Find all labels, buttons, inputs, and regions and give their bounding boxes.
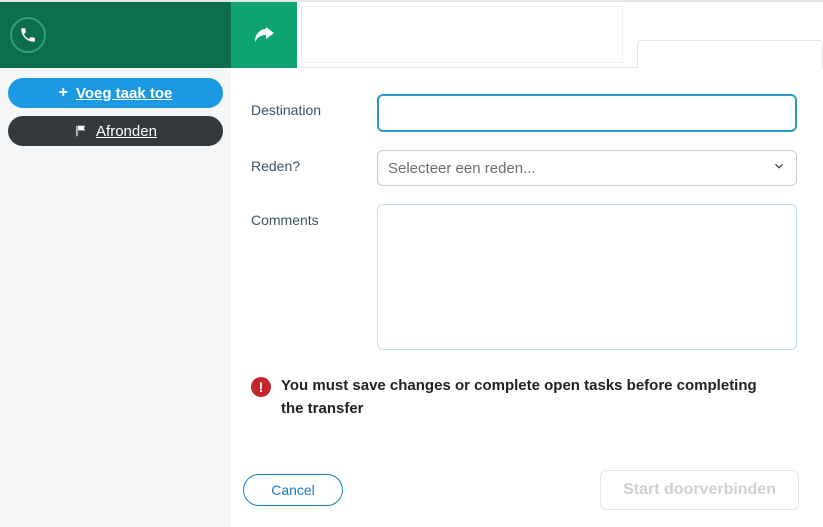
destination-input[interactable] [377,94,797,132]
reason-label: Reden? [251,150,377,174]
transfer-form: Destination Reden? Selecteer een reden..… [231,68,823,463]
tab-bar [231,2,823,68]
warning-icon: ! [251,377,271,397]
destination-label: Destination [251,94,377,118]
sidebar-header [0,2,231,68]
comments-textarea[interactable] [377,204,797,350]
comments-label: Comments [251,204,377,228]
tab-spacer [297,2,823,67]
add-task-label: Voeg taak toe [76,85,172,102]
flag-icon [74,124,88,138]
finish-label: Afronden [96,123,157,140]
plus-icon: + [59,85,68,101]
footer: Cancel Start doorverbinden [231,463,823,527]
forward-arrow-icon [252,23,276,47]
sidebar-body: + Voeg taak toe Afronden [0,68,231,527]
warning-text: You must save changes or complete open t… [281,375,761,420]
reason-placeholder: Selecteer een reden... [388,160,536,177]
reason-select[interactable]: Selecteer een reden... [377,150,797,186]
add-task-button[interactable]: + Voeg taak toe [8,78,223,108]
start-transfer-button: Start doorverbinden [600,470,799,510]
tab-chip [301,6,623,63]
finish-button[interactable]: Afronden [8,116,223,146]
chevron-down-icon [772,159,786,177]
tab-transfer[interactable] [231,2,297,68]
call-icon[interactable] [10,17,46,53]
tab-chip-secondary [637,40,823,69]
sidebar: + Voeg taak toe Afronden [0,2,231,527]
cancel-button[interactable]: Cancel [243,474,343,506]
warning-banner: ! You must save changes or complete open… [251,375,797,420]
content-area: Destination Reden? Selecteer een reden..… [231,2,823,527]
